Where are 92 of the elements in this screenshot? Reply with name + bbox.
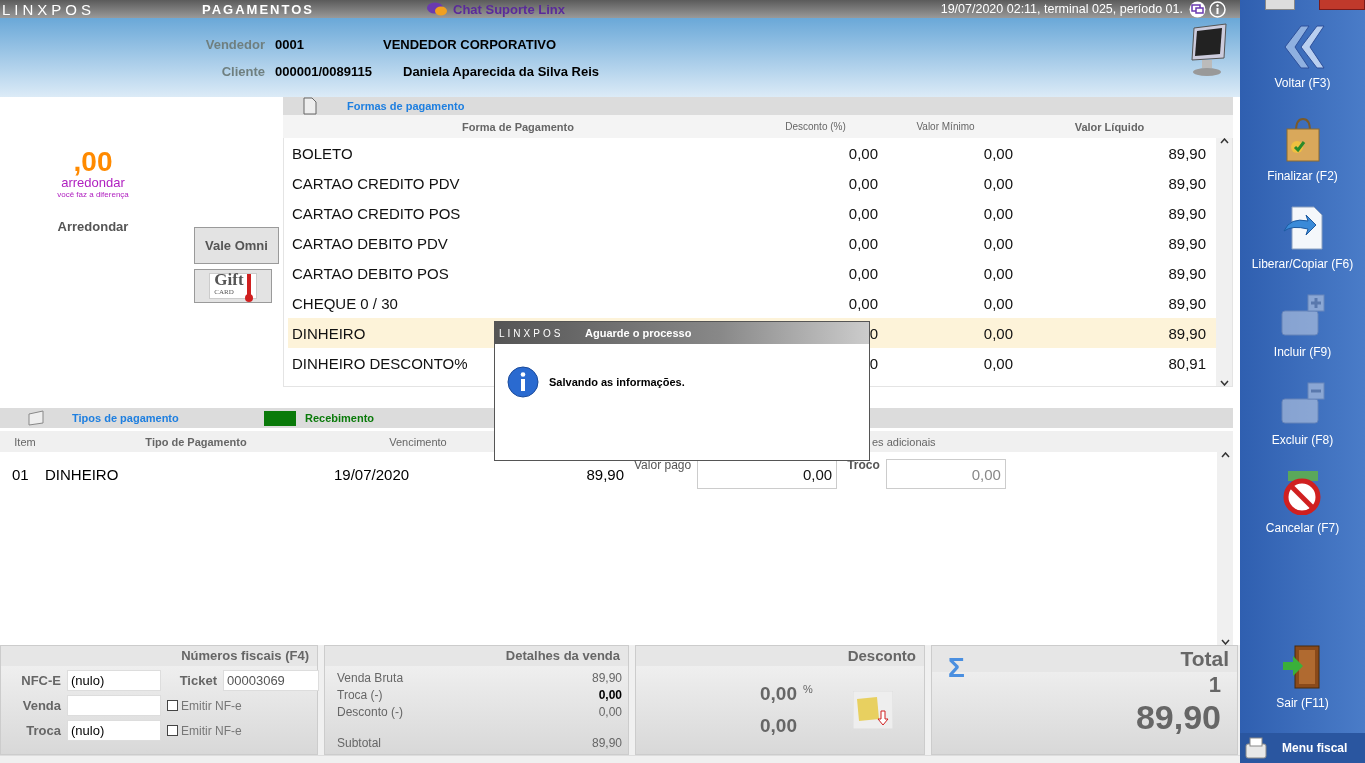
received-swatch [264, 410, 296, 426]
door-arrow-icon [1282, 644, 1323, 690]
discount-value: 0,00 [760, 715, 798, 737]
payment-method-row[interactable]: BOLETO 0,00 0,00 89,90 [288, 138, 1216, 168]
column-header: es adicionais [872, 435, 937, 448]
sidebar-action-button[interactable]: Liberar/Copiar (F6) [1240, 200, 1365, 288]
column-header: Valor Líquido [1073, 120, 1146, 133]
exit-button[interactable]: Sair (F11) [1240, 639, 1365, 727]
sigma-icon: Σ [948, 652, 965, 684]
scroll-down-icon[interactable] [1219, 380, 1229, 386]
seller-code: 0001 [275, 36, 305, 52]
column-header: Vencimento [388, 435, 448, 448]
field-label: NFC-E [20, 673, 61, 688]
detail-label: Desconto (-) [337, 704, 404, 721]
paid-amount-field[interactable]: 0,00 [697, 459, 838, 489]
fiscal-menu-button[interactable]: Menu fiscal [1240, 733, 1365, 763]
minimize-button[interactable] [1265, 0, 1295, 10]
table-cell-text: DINHEIRO [45, 465, 120, 483]
seller-name: VENDEDOR CORPORATIVO [383, 36, 557, 52]
ticket-field[interactable]: 00003069 [223, 670, 319, 691]
column-header: Valor Mínimo [915, 121, 976, 132]
detail-label: Venda Bruta [337, 670, 404, 687]
payment-method-row[interactable]: CHEQUE 0 / 30 0,00 0,00 89,90 [288, 288, 1216, 318]
checkbox-label: Emitir NF-e [181, 723, 242, 738]
table-cell-text: 01 [11, 465, 30, 483]
detail-value: 89,90 [591, 670, 622, 687]
screens-icon[interactable] [1189, 0, 1206, 18]
vale-omni-button[interactable]: Vale Omni [194, 227, 279, 264]
payment-method-row[interactable]: CARTAO DEBITO POS 0,00 0,00 89,90 [288, 258, 1216, 288]
checkbox[interactable] [167, 700, 178, 711]
round-logo-word: arredondar [61, 175, 125, 190]
checkbox-label: Emitir NF-e [181, 698, 242, 713]
panel-title: Detalhes da venda [325, 646, 628, 666]
app-logo: LINXPOS [1, 0, 97, 18]
field-label: Vendedor [204, 36, 266, 52]
payment-method-row[interactable]: DINHEIRO DESCONTO% 0 0,00 80,91 [288, 348, 1216, 378]
detail-value: 89,90 [591, 735, 622, 752]
sale-field[interactable] [67, 695, 161, 716]
detail-value: 0,00 [598, 704, 622, 721]
document-arrow-icon [1281, 205, 1324, 251]
panel-title: Números fiscais (F4) [1, 646, 317, 666]
field-label: Valor pago [634, 458, 692, 472]
detail-value: 0,00 [598, 687, 622, 704]
nfce-field[interactable]: (nulo) [67, 670, 161, 691]
percent-sign: % [803, 683, 813, 695]
round-logo-value: ,00 [73, 149, 113, 175]
printer-icon [1244, 736, 1268, 760]
sidebar-action-button[interactable]: Finalizar (F2) [1240, 112, 1365, 200]
section-title: Formas de pagamento [347, 100, 465, 112]
discount-percent: 0,00 [760, 683, 797, 704]
info-icon[interactable] [1209, 0, 1226, 18]
scroll-down-icon[interactable] [1220, 639, 1230, 645]
sidebar-action-button[interactable]: Cancelar (F7) [1240, 464, 1365, 552]
table-cell-text: 19/07/2020 [334, 465, 411, 483]
info-icon [507, 366, 539, 398]
scroll-up-icon[interactable] [1219, 138, 1229, 144]
chat-bubble-icon [427, 2, 447, 16]
dialog-message: Salvando as informações. [549, 376, 685, 388]
total-value: 89,90 [1134, 698, 1222, 737]
column-header: Forma de Pagamento [461, 120, 575, 133]
dialog-logo: LINXPOS [498, 327, 565, 339]
sidebar-action-button[interactable]: Voltar (F3) [1240, 18, 1365, 112]
column-header: Tipo de Pagamento [144, 435, 248, 448]
section-title: Tipos de pagamento [72, 412, 180, 424]
payment-method-row[interactable]: CARTAO CREDITO POS 0,00 0,00 89,90 [288, 198, 1216, 228]
change-field[interactable]: 0,00 [885, 459, 1006, 489]
field-label: Venda [21, 698, 61, 713]
detail-label: Subtotal [337, 735, 382, 752]
panel-title: Desconto [636, 646, 924, 666]
field-label: Cliente [220, 63, 266, 79]
scroll-up-icon[interactable] [1220, 452, 1230, 458]
field-label: Troca [25, 723, 61, 738]
session-status: 19/07/2020 02:11, terminal 025, período 01. [940, 2, 1183, 16]
payment-method-row[interactable]: CARTAO CREDITO PDV 0,00 0,00 89,90 [288, 168, 1216, 198]
column-header: Desconto (%) [784, 121, 847, 132]
table-cell-text: 89,90 [585, 465, 624, 483]
dialog-title: Aguarde o processo [585, 327, 692, 339]
customer-name: Daniela Aparecida da Silva Reis [403, 63, 600, 79]
ribbon-icon [243, 274, 254, 302]
screen-title: PAGAMENTOS [202, 1, 315, 17]
field-label: Ticket [178, 673, 217, 688]
round-label[interactable]: Arredondar [57, 219, 129, 234]
round-logo-tagline: você faz a diferença [57, 190, 129, 199]
received-legend: Recebimento [305, 412, 375, 424]
payment-method-row[interactable]: CARTAO DEBITO PDV 0,00 0,00 89,90 [288, 228, 1216, 258]
column-header: Item [13, 435, 37, 448]
checkbox[interactable] [167, 725, 178, 736]
item-count: 1 [1207, 672, 1222, 698]
card-icon [28, 410, 46, 426]
exchange-field[interactable]: (nulo) [67, 720, 161, 741]
customer-code: 000001/0089115 [275, 63, 373, 79]
detail-label: Troca (-) [337, 687, 383, 704]
